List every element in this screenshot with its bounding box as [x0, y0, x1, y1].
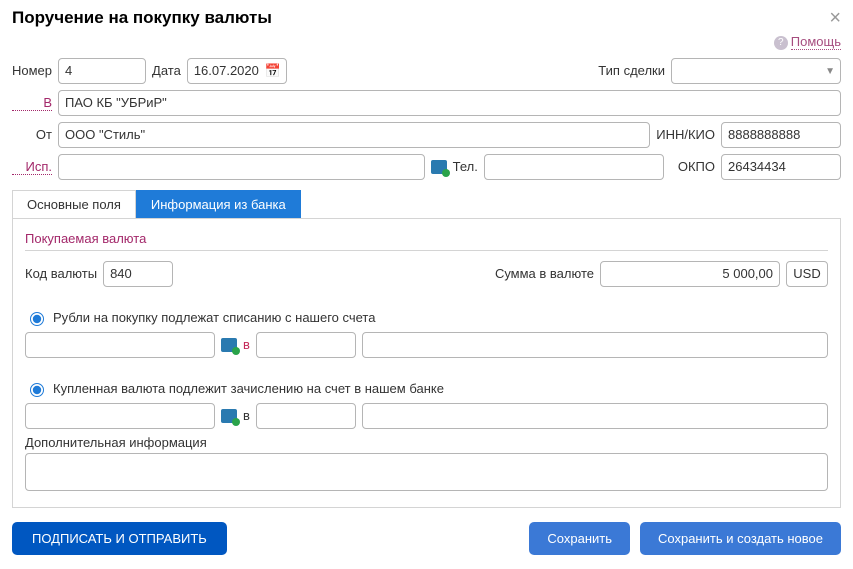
- rubles-bankname-input[interactable]: [362, 332, 828, 358]
- tabs: Основные поля Информация из банка: [12, 190, 841, 219]
- contact-book-icon[interactable]: [431, 160, 447, 174]
- bought-account-input[interactable]: [25, 403, 215, 429]
- inn-label: ИНН/КИО: [656, 127, 715, 142]
- sign-send-button[interactable]: ПОДПИСАТЬ И ОТПРАВИТЬ: [12, 522, 227, 555]
- date-input[interactable]: [187, 58, 287, 84]
- inn-input[interactable]: [721, 122, 841, 148]
- rubles-bankcode-input[interactable]: [256, 332, 356, 358]
- number-input[interactable]: [58, 58, 146, 84]
- rubles-v-label: в: [243, 337, 250, 352]
- currency-sum-input[interactable]: [600, 261, 780, 287]
- okpo-input[interactable]: [721, 154, 841, 180]
- bought-bankcode-input[interactable]: [256, 403, 356, 429]
- close-icon[interactable]: ×: [829, 8, 841, 28]
- bought-v-label: в: [243, 408, 250, 423]
- from-input[interactable]: [58, 122, 650, 148]
- currency-sum-label: Сумма в валюте: [495, 266, 594, 281]
- deal-type-select[interactable]: [671, 58, 841, 84]
- currency-code-label: Код валюты: [25, 266, 97, 281]
- deal-type-label: Тип сделки: [598, 63, 665, 78]
- lookup-icon[interactable]: [221, 338, 237, 352]
- lookup-icon[interactable]: [221, 409, 237, 423]
- extra-input[interactable]: [25, 453, 828, 491]
- date-label: Дата: [152, 63, 181, 78]
- tel-input[interactable]: [484, 154, 664, 180]
- help-link[interactable]: Помощь: [791, 34, 841, 50]
- currency-code-input[interactable]: [103, 261, 173, 287]
- rubles-radio-label: Рубли на покупку подлежат списанию с наш…: [53, 310, 375, 325]
- bought-bankname-input[interactable]: [362, 403, 828, 429]
- rubles-radio[interactable]: Рубли на покупку подлежат списанию с наш…: [25, 309, 375, 326]
- dialog-title: Поручение на покупку валюты: [12, 8, 272, 28]
- bought-radio-label: Купленная валюта подлежит зачислению на …: [53, 381, 444, 396]
- isp-label[interactable]: Исп.: [12, 159, 52, 175]
- rubles-account-input[interactable]: [25, 332, 215, 358]
- help-icon: ?: [774, 36, 788, 50]
- tab-bank-info[interactable]: Информация из банка: [136, 190, 301, 218]
- to-bank-input[interactable]: [58, 90, 841, 116]
- tel-label: Тел.: [453, 159, 478, 174]
- okpo-label: ОКПО: [678, 159, 715, 174]
- tab-main[interactable]: Основные поля: [12, 190, 136, 218]
- number-label: Номер: [12, 63, 52, 78]
- isp-input[interactable]: [58, 154, 425, 180]
- to-bank-label[interactable]: В: [12, 95, 52, 111]
- save-button[interactable]: Сохранить: [529, 522, 630, 555]
- save-new-button[interactable]: Сохранить и создать новое: [640, 522, 841, 555]
- currency-unit: [786, 261, 828, 287]
- bought-radio-input[interactable]: [30, 383, 44, 397]
- rubles-radio-input[interactable]: [30, 312, 44, 326]
- from-label: От: [12, 127, 52, 142]
- bought-radio[interactable]: Купленная валюта подлежит зачислению на …: [25, 380, 444, 397]
- extra-label: Дополнительная информация: [25, 435, 828, 450]
- currency-section-title: Покупаемая валюта: [25, 231, 828, 251]
